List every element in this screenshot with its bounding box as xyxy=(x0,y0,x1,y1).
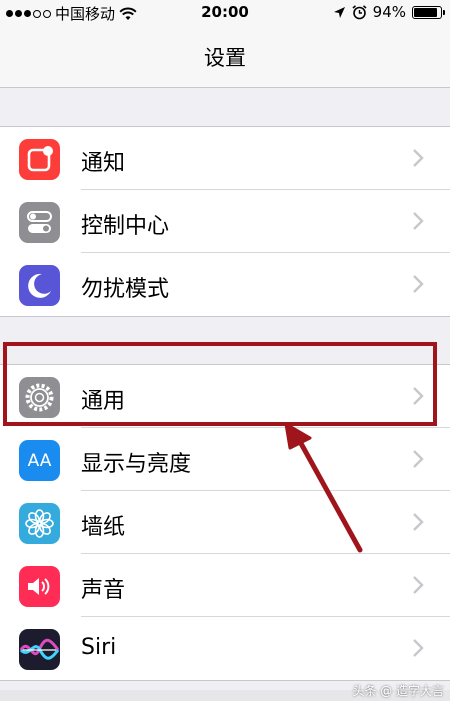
annotation-arrow xyxy=(284,422,363,553)
watermark: 头条 @ 造字大言 xyxy=(352,682,444,699)
watermark-text: 头条 @ 造字大言 xyxy=(352,684,444,698)
